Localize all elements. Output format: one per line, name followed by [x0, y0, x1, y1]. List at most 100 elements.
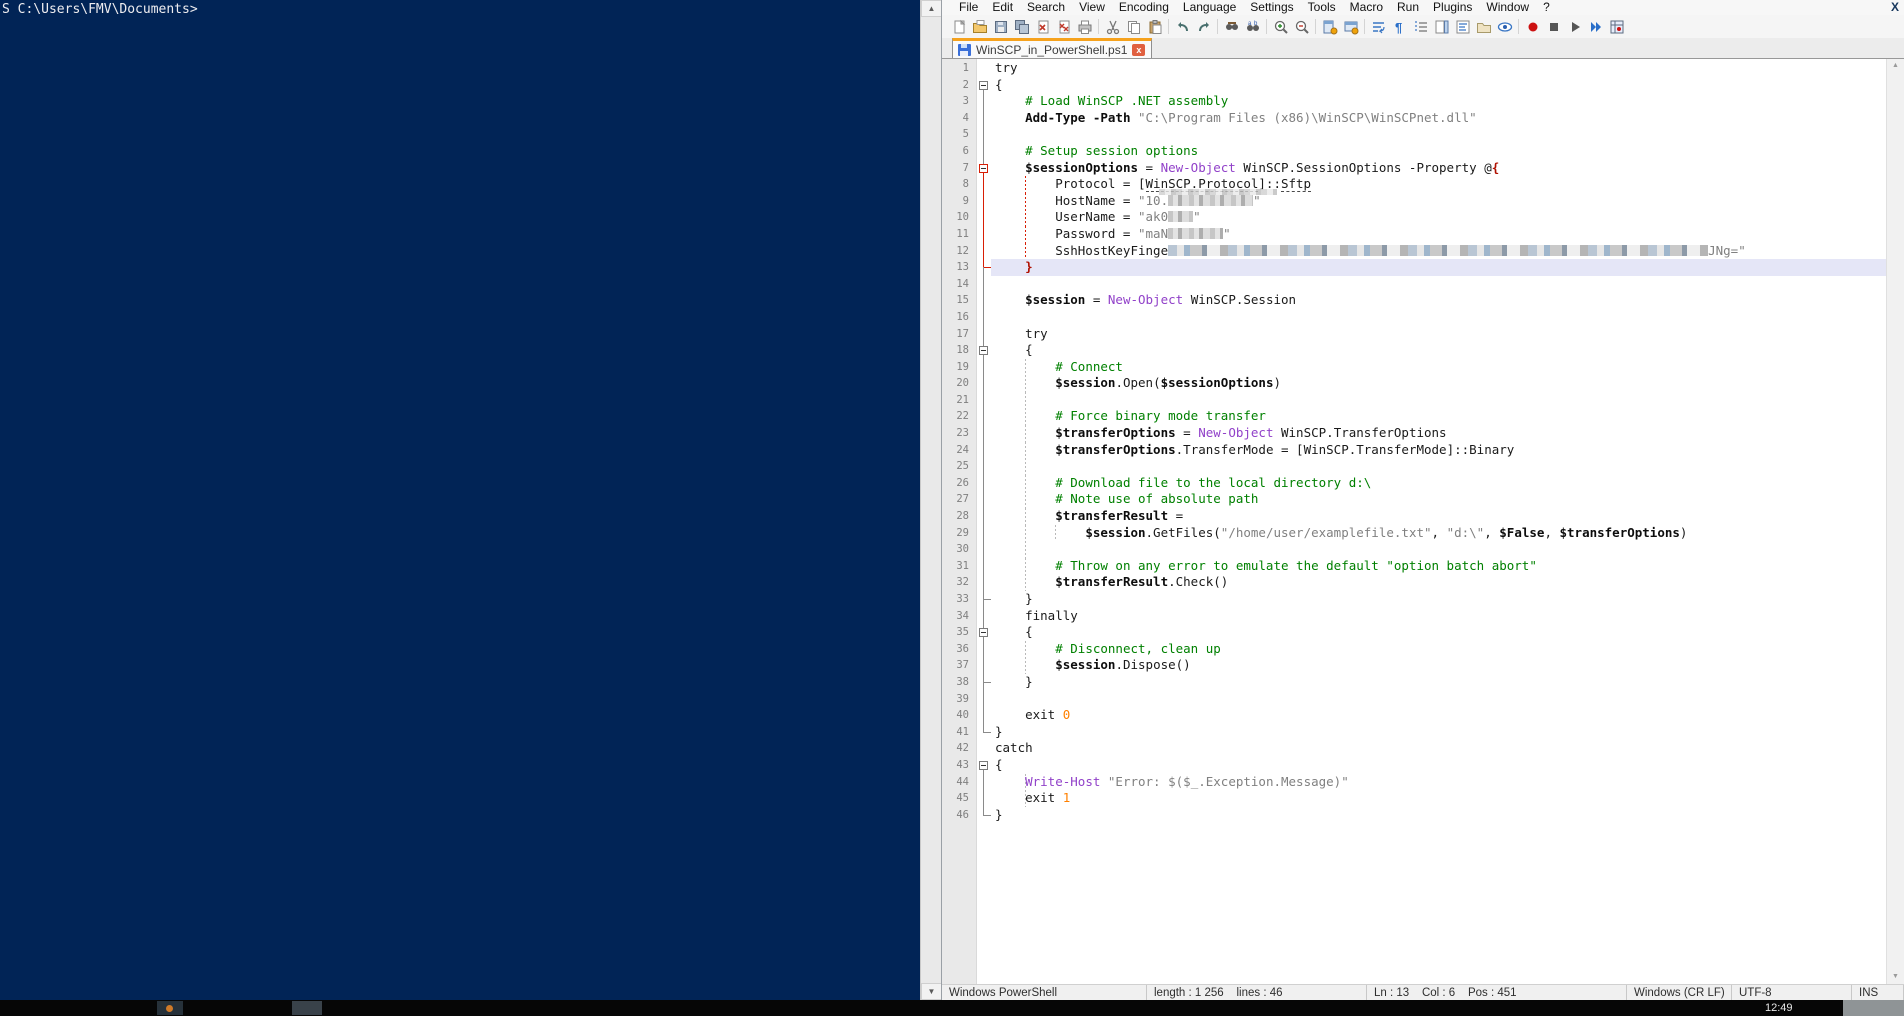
- menu-item-plugins[interactable]: Plugins: [1426, 0, 1479, 15]
- menu-item-[interactable]: ?: [1536, 0, 1557, 15]
- menu-item-language[interactable]: Language: [1176, 0, 1243, 15]
- scroll-up-icon[interactable]: ▲: [921, 0, 942, 17]
- code-line-15[interactable]: 15 $session = New-Object WinSCP.Session: [942, 292, 1887, 309]
- code-editor[interactable]: 1try2{3 # Load WinSCP .NET assembly4 Add…: [942, 59, 1904, 984]
- toolbar-save-icon[interactable]: [990, 17, 1011, 37]
- code-line-17[interactable]: 17 try: [942, 326, 1887, 343]
- toolbar-play-macro-icon[interactable]: [1564, 17, 1585, 37]
- code-line-16[interactable]: 16: [942, 309, 1887, 326]
- code-line-22[interactable]: 22 # Force binary mode transfer: [942, 408, 1887, 425]
- menu-item-macro[interactable]: Macro: [1343, 0, 1390, 15]
- status-typing-mode[interactable]: INS: [1852, 985, 1904, 1000]
- code-line-12[interactable]: 12 SshHostKeyFingeJNg=": [942, 243, 1887, 260]
- toolbar-find-icon[interactable]: [1221, 17, 1242, 37]
- windows-taskbar[interactable]: 12:49: [0, 1000, 1904, 1016]
- menu-item-view[interactable]: View: [1072, 0, 1112, 15]
- code-line-11[interactable]: 11 Password = "maN": [942, 226, 1887, 243]
- toolbar-close-doc-icon[interactable]: [1032, 17, 1053, 37]
- toolbar-print-icon[interactable]: [1074, 17, 1095, 37]
- menu-item-run[interactable]: Run: [1390, 0, 1426, 15]
- close-window-button[interactable]: X: [1891, 0, 1899, 14]
- toolbar-zoom-out-icon[interactable]: [1291, 17, 1312, 37]
- taskbar-tray-area[interactable]: [1843, 1000, 1904, 1016]
- code-line-8[interactable]: 8 Protocol = [WinSCP.Protocol]::Sftp: [942, 176, 1887, 193]
- console-scrollbar[interactable]: ▲ ▼: [920, 0, 942, 1000]
- code-line-7[interactable]: 7 $sessionOptions = New-Object WinSCP.Se…: [942, 160, 1887, 177]
- code-line-3[interactable]: 3 # Load WinSCP .NET assembly: [942, 93, 1887, 110]
- toolbar-run-macro-multiple-icon[interactable]: [1585, 17, 1606, 37]
- code-line-2[interactable]: 2{: [942, 77, 1887, 94]
- toolbar-sync-vertical-icon[interactable]: [1319, 17, 1340, 37]
- code-line-46[interactable]: 46}: [942, 807, 1887, 824]
- code-line-14[interactable]: 14: [942, 276, 1887, 293]
- code-line-36[interactable]: 36 # Disconnect, clean up: [942, 641, 1887, 658]
- code-line-18[interactable]: 18 {: [942, 342, 1887, 359]
- toolbar-function-list-icon[interactable]: [1452, 17, 1473, 37]
- powershell-console[interactable]: S C:\Users\FMV\Documents>: [0, 0, 920, 1000]
- code-line-19[interactable]: 19 # Connect: [942, 359, 1887, 376]
- fold-toggle-icon[interactable]: [979, 164, 988, 173]
- code-line-5[interactable]: 5: [942, 126, 1887, 143]
- toolbar-doc-map-icon[interactable]: [1431, 17, 1452, 37]
- fold-toggle-icon[interactable]: [979, 628, 988, 637]
- code-line-13[interactable]: 13 }: [942, 259, 1887, 276]
- code-line-26[interactable]: 26 # Download file to the local director…: [942, 475, 1887, 492]
- editor-scrollbar[interactable]: ▲ ▼: [1886, 59, 1904, 984]
- toolbar-cut-icon[interactable]: [1102, 17, 1123, 37]
- menu-item-tools[interactable]: Tools: [1301, 0, 1343, 15]
- scroll-down-icon[interactable]: ▼: [1887, 970, 1904, 984]
- toolbar-close-all-icon[interactable]: [1053, 17, 1074, 37]
- toolbar-undo-icon[interactable]: [1172, 17, 1193, 37]
- code-line-33[interactable]: 33 }: [942, 591, 1887, 608]
- scroll-up-icon[interactable]: ▲: [1887, 59, 1904, 73]
- toolbar-copy-icon[interactable]: [1123, 17, 1144, 37]
- menu-item-window[interactable]: Window: [1479, 0, 1536, 15]
- taskbar-app-icon[interactable]: [157, 1001, 183, 1015]
- toolbar-folder-workspace-icon[interactable]: [1473, 17, 1494, 37]
- status-eol-format[interactable]: Windows (CR LF): [1627, 985, 1732, 1000]
- code-line-20[interactable]: 20 $session.Open($sessionOptions): [942, 375, 1887, 392]
- code-line-40[interactable]: 40 exit 0: [942, 707, 1887, 724]
- toolbar-redo-icon[interactable]: [1193, 17, 1214, 37]
- toolbar-zoom-in-icon[interactable]: [1270, 17, 1291, 37]
- toolbar-indent-guide-icon[interactable]: [1410, 17, 1431, 37]
- tab-winscp-in-powershell[interactable]: WinSCP_in_PowerShell.ps1 x: [952, 38, 1152, 58]
- code-line-43[interactable]: 43{: [942, 757, 1887, 774]
- menu-item-file[interactable]: File: [952, 0, 985, 15]
- scroll-down-icon[interactable]: ▼: [921, 983, 942, 1000]
- toolbar-paste-icon[interactable]: [1144, 17, 1165, 37]
- menu-item-edit[interactable]: Edit: [985, 0, 1020, 15]
- code-line-38[interactable]: 38 }: [942, 674, 1887, 691]
- code-line-25[interactable]: 25: [942, 458, 1887, 475]
- menu-item-search[interactable]: Search: [1020, 0, 1072, 15]
- code-line-21[interactable]: 21: [942, 392, 1887, 409]
- code-line-4[interactable]: 4 Add-Type -Path "C:\Program Files (x86)…: [942, 110, 1887, 127]
- fold-toggle-icon[interactable]: [979, 761, 988, 770]
- toolbar-new-file-icon[interactable]: [948, 17, 969, 37]
- code-line-28[interactable]: 28 $transferResult =: [942, 508, 1887, 525]
- code-line-32[interactable]: 32 $transferResult.Check(): [942, 574, 1887, 591]
- code-line-42[interactable]: 42catch: [942, 740, 1887, 757]
- toolbar-record-macro-icon[interactable]: [1522, 17, 1543, 37]
- code-line-29[interactable]: 29 $session.GetFiles("/home/user/example…: [942, 525, 1887, 542]
- menu-item-settings[interactable]: Settings: [1243, 0, 1300, 15]
- menu-item-encoding[interactable]: Encoding: [1112, 0, 1176, 15]
- code-line-6[interactable]: 6 # Setup session options: [942, 143, 1887, 160]
- code-line-37[interactable]: 37 $session.Dispose(): [942, 657, 1887, 674]
- code-line-45[interactable]: 45 exit 1: [942, 790, 1887, 807]
- code-line-41[interactable]: 41}: [942, 724, 1887, 741]
- code-line-1[interactable]: 1try: [942, 60, 1887, 77]
- tab-close-icon[interactable]: x: [1132, 44, 1145, 56]
- code-line-9[interactable]: 9 HostName = "10.": [942, 193, 1887, 210]
- code-line-27[interactable]: 27 # Note use of absolute path: [942, 491, 1887, 508]
- toolbar-open-folder-icon[interactable]: [969, 17, 990, 37]
- code-line-35[interactable]: 35 {: [942, 624, 1887, 641]
- toolbar-show-all-chars-icon[interactable]: ¶: [1389, 17, 1410, 37]
- code-line-34[interactable]: 34 finally: [942, 608, 1887, 625]
- toolbar-file-monitor-icon[interactable]: [1494, 17, 1515, 37]
- code-line-39[interactable]: 39: [942, 691, 1887, 708]
- toolbar-stop-macro-icon[interactable]: [1543, 17, 1564, 37]
- fold-toggle-icon[interactable]: [979, 346, 988, 355]
- fold-toggle-icon[interactable]: [979, 81, 988, 90]
- code-line-44[interactable]: 44 Write-Host "Error: $($_.Exception.Mes…: [942, 774, 1887, 791]
